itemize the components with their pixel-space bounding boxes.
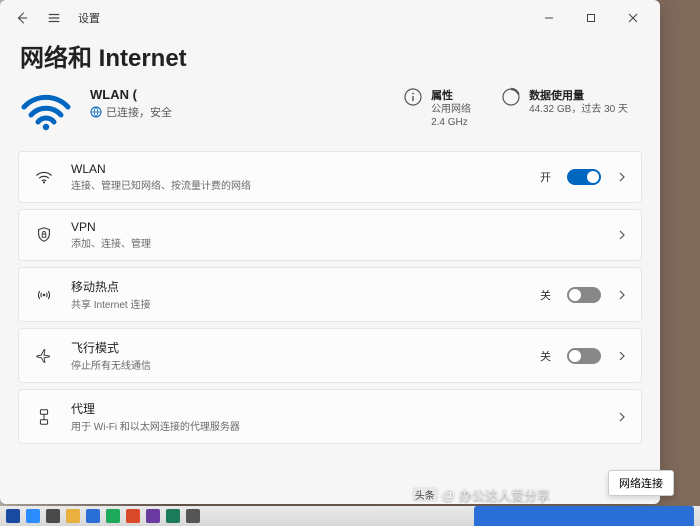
chevron-right-icon [617, 172, 627, 182]
minimize-button[interactable] [528, 2, 570, 34]
properties-line1: 公用网络 [431, 103, 471, 116]
tray-tooltip: 网络连接 [608, 470, 674, 496]
maximize-icon [586, 13, 596, 23]
wifi-icon [35, 168, 53, 186]
airplane-row[interactable]: 飞行模式 停止所有无线通信 关 [18, 328, 642, 383]
taskbar[interactable] [0, 506, 700, 526]
usage-label: 数据使用量 [529, 87, 628, 103]
taskbar-icon[interactable] [26, 509, 40, 523]
taskbar-icon[interactable] [86, 509, 100, 523]
properties-block[interactable]: 属性 公用网络 2.4 GHz [403, 87, 471, 129]
data-usage-icon [501, 87, 521, 107]
taskbar-icon[interactable] [6, 509, 20, 523]
connection-status: 已连接，安全 [106, 104, 172, 120]
proxy-title: 代理 [71, 400, 601, 417]
hotspot-icon [35, 286, 53, 304]
taskbar-icon[interactable] [66, 509, 80, 523]
status-row: WLAN ( 已连接，安全 属性 公用网络 2.4 GHz 数据使用量 44 [18, 87, 642, 133]
airplane-icon [35, 347, 53, 365]
watermark-text: 办公达人爱分享 [459, 485, 550, 504]
wifi-large-icon [18, 89, 74, 133]
wlan-title: WLAN [71, 162, 524, 176]
page-title: 网络和 Internet [20, 38, 642, 73]
usage-line1: 44.32 GB，过去 30 天 [529, 103, 628, 116]
back-arrow-icon [15, 11, 29, 25]
connection-block[interactable]: WLAN ( 已连接，安全 [90, 87, 387, 120]
taskbar-icon[interactable] [186, 509, 200, 523]
vpn-sub: 添加、连接、管理 [71, 235, 601, 250]
close-button[interactable] [612, 2, 654, 34]
taskbar-icon[interactable] [166, 509, 180, 523]
hamburger-icon [47, 11, 61, 25]
taskbar-icon[interactable] [126, 509, 140, 523]
info-icon [403, 87, 423, 107]
watermark: 头条 @ 办公达人爱分享 [412, 485, 550, 504]
taskbar-icon[interactable] [106, 509, 120, 523]
maximize-button[interactable] [570, 2, 612, 34]
hamburger-button[interactable] [38, 2, 70, 34]
airplane-state: 关 [540, 348, 551, 364]
back-button[interactable] [6, 2, 38, 34]
chevron-right-icon [617, 351, 627, 361]
close-icon [628, 13, 638, 23]
taskbar-icon[interactable] [46, 509, 60, 523]
chevron-right-icon [617, 290, 627, 300]
hotspot-title: 移动热点 [71, 278, 524, 295]
airplane-title: 飞行模式 [71, 339, 524, 356]
vpn-row[interactable]: VPN 添加、连接、管理 [18, 209, 642, 261]
connection-name: WLAN ( [90, 87, 387, 102]
airplane-toggle[interactable] [567, 348, 601, 364]
chevron-right-icon [617, 412, 627, 422]
hotspot-state: 关 [540, 287, 551, 303]
content-area: 网络和 Internet WLAN ( 已连接，安全 属性 公用网 [0, 36, 660, 504]
airplane-sub: 停止所有无线通信 [71, 357, 524, 372]
properties-line2: 2.4 GHz [431, 116, 471, 129]
shield-lock-icon [35, 226, 53, 244]
wlan-row[interactable]: WLAN 连接、管理已知网络、按流量计费的网络 开 [18, 151, 642, 203]
taskbar-icon[interactable] [146, 509, 160, 523]
vpn-title: VPN [71, 220, 601, 234]
proxy-sub: 用于 Wi-Fi 和以太网连接的代理服务器 [71, 418, 601, 433]
usage-block[interactable]: 数据使用量 44.32 GB，过去 30 天 [501, 87, 628, 116]
proxy-icon [35, 408, 53, 426]
hotspot-sub: 共享 Internet 连接 [71, 296, 524, 311]
settings-window: 设置 网络和 Internet WLAN ( 已 [0, 0, 660, 504]
hotspot-toggle[interactable] [567, 287, 601, 303]
properties-label: 属性 [431, 87, 471, 103]
app-title: 设置 [78, 10, 100, 26]
watermark-badge: 头条 [412, 487, 438, 502]
chevron-right-icon [617, 230, 627, 240]
titlebar: 设置 [0, 0, 660, 36]
proxy-row[interactable]: 代理 用于 Wi-Fi 和以太网连接的代理服务器 [18, 389, 642, 444]
taskbar-active-item[interactable] [474, 506, 694, 526]
wlan-sub: 连接、管理已知网络、按流量计费的网络 [71, 177, 524, 192]
wlan-state: 开 [540, 169, 551, 185]
globe-icon [90, 106, 102, 118]
minimize-icon [544, 13, 554, 23]
wlan-toggle[interactable] [567, 169, 601, 185]
hotspot-row[interactable]: 移动热点 共享 Internet 连接 关 [18, 267, 642, 322]
